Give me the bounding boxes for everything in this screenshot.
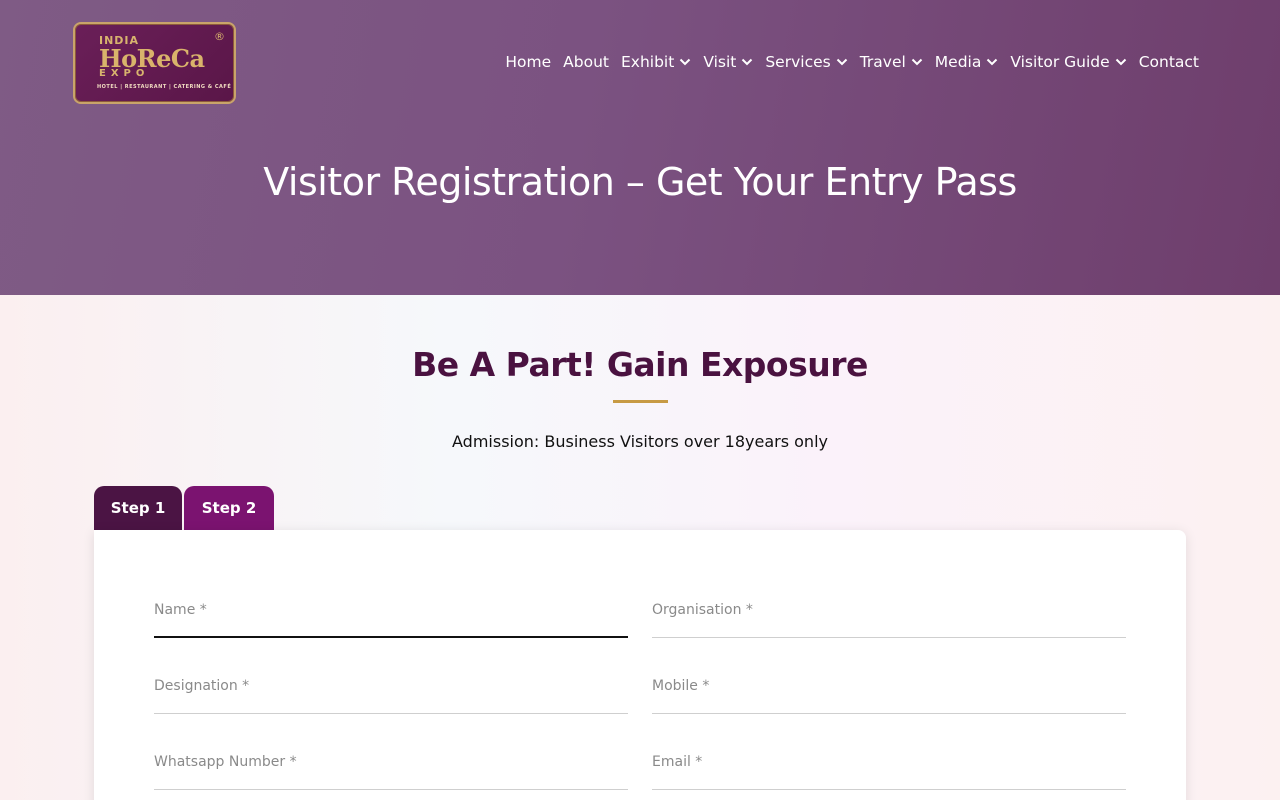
nav-item-visit[interactable]: Visit xyxy=(703,53,753,71)
site-logo[interactable]: INDIA HoReCa EXPO ® HOTEL | RESTAURANT |… xyxy=(73,22,236,104)
email-field-wrapper: Email * xyxy=(652,746,1126,790)
nav-item-media[interactable]: Media xyxy=(935,53,999,71)
mobile-field[interactable] xyxy=(652,670,1126,713)
chevron-down-icon xyxy=(986,56,998,68)
nav-item-label: Travel xyxy=(859,53,906,71)
chevron-down-icon xyxy=(1115,56,1127,68)
chevron-down-icon xyxy=(679,56,691,68)
nav-item-exhibit[interactable]: Exhibit xyxy=(621,53,691,71)
nav-item-services[interactable]: Services xyxy=(765,53,847,71)
tab-step-1[interactable]: Step 1 xyxy=(94,486,182,530)
registration-section: Be A Part! Gain Exposure Admission: Busi… xyxy=(0,295,1280,800)
registration-form: Name * Organisation * Designation * Mobi… xyxy=(94,530,1186,800)
nav-item-label: About xyxy=(563,53,609,71)
nav-item-label: Home xyxy=(505,53,552,71)
page-title: Visitor Registration – Get Your Entry Pa… xyxy=(263,160,1017,204)
nav-item-travel[interactable]: Travel xyxy=(860,53,923,71)
name-field-wrapper: Name * xyxy=(154,594,628,638)
nav-item-visitor-guide[interactable]: Visitor Guide xyxy=(1010,53,1126,71)
designation-field-wrapper: Designation * xyxy=(154,670,628,714)
logo-registered-mark: ® xyxy=(214,30,225,43)
nav-item-about[interactable]: About xyxy=(563,53,609,71)
admission-note: Admission: Business Visitors over 18year… xyxy=(452,432,828,451)
nav-item-label: Visit xyxy=(703,53,737,71)
nav-item-label: Media xyxy=(934,53,982,71)
designation-field[interactable] xyxy=(154,670,628,713)
section-title: Be A Part! Gain Exposure xyxy=(412,345,868,384)
email-field[interactable] xyxy=(652,746,1126,789)
whatsapp-field-wrapper: Whatsapp Number * xyxy=(154,746,628,790)
nav-item-label: Services xyxy=(765,53,831,71)
chevron-down-icon xyxy=(911,56,923,68)
name-field[interactable] xyxy=(154,594,628,636)
nav-item-home[interactable]: Home xyxy=(505,53,551,71)
main-navigation: Home About Exhibit Visit Services Travel… xyxy=(505,51,1199,73)
tab-step-2[interactable]: Step 2 xyxy=(184,486,274,530)
whatsapp-field[interactable] xyxy=(154,746,628,789)
mobile-field-wrapper: Mobile * xyxy=(652,670,1126,714)
nav-item-contact[interactable]: Contact xyxy=(1139,53,1199,71)
title-underline-divider xyxy=(613,400,668,403)
logo-tagline: HOTEL | RESTAURANT | CATERING & CAFÉ xyxy=(97,84,232,90)
nav-item-label: Contact xyxy=(1138,53,1199,71)
logo-bottom-word: EXPO xyxy=(99,68,150,79)
chevron-down-icon xyxy=(836,56,848,68)
organisation-field-wrapper: Organisation * xyxy=(652,594,1126,638)
hero-banner: INDIA HoReCa EXPO ® HOTEL | RESTAURANT |… xyxy=(0,0,1280,295)
organisation-field[interactable] xyxy=(652,594,1126,637)
nav-item-label: Exhibit xyxy=(620,53,675,71)
chevron-down-icon xyxy=(741,56,753,68)
nav-item-label: Visitor Guide xyxy=(1010,53,1110,71)
